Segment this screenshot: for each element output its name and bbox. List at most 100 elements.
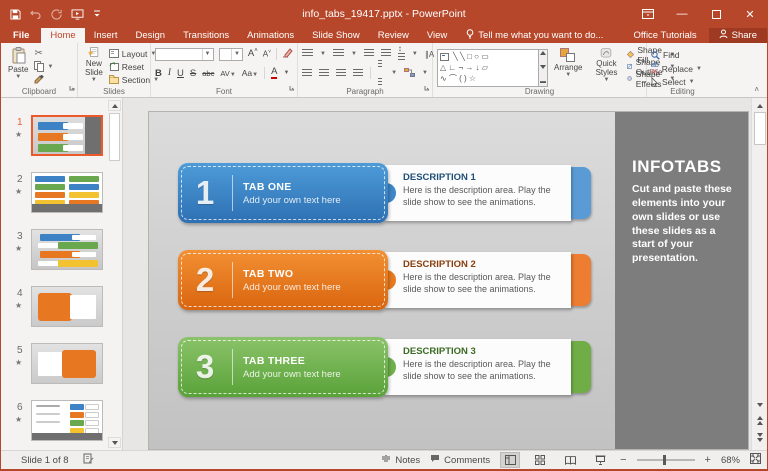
slide-sorter-view-button[interactable] (530, 452, 550, 468)
font-name-combobox[interactable]: ▼ (155, 48, 214, 61)
slide-thumbnail-2[interactable]: 2 ★ (1, 172, 107, 220)
zoom-out-button[interactable]: − (620, 454, 626, 466)
slideshow-view-button[interactable] (590, 452, 610, 468)
replace-button[interactable]: abacReplace▼ (651, 63, 702, 74)
shapes-gallery-scrollbar[interactable]: ▬ (539, 49, 548, 87)
slide-thumbnail-4[interactable]: 4 ★ (1, 286, 107, 334)
spell-check-icon[interactable] (83, 453, 94, 467)
reading-view-button[interactable] (560, 452, 580, 468)
paragraph-dialog-launcher-icon[interactable] (424, 78, 430, 96)
minimize-button[interactable]: — (665, 0, 699, 28)
redo-icon[interactable] (51, 9, 62, 20)
zoom-slider-thumb[interactable] (663, 455, 666, 465)
undo-icon[interactable] (30, 9, 42, 19)
chevron-down-icon[interactable]: ▼ (283, 70, 289, 76)
maximize-button[interactable] (699, 0, 733, 28)
columns-icon[interactable] (378, 55, 385, 91)
paste-button[interactable]: Paste ▼ (5, 46, 31, 85)
ribbon-display-options-icon[interactable] (631, 0, 665, 28)
info-tab-row-1[interactable]: DESCRIPTION 1 Here is the description ar… (178, 163, 591, 223)
bullets-icon[interactable] (302, 45, 313, 63)
zoom-level[interactable]: 68% (721, 455, 740, 466)
tab-home[interactable]: Home (41, 28, 84, 43)
save-icon[interactable] (10, 9, 21, 20)
slide-thumbnail-3[interactable]: 3 ★ (1, 229, 107, 277)
previous-slide-button[interactable] (753, 414, 767, 427)
text-shadow-button[interactable]: abc (202, 69, 214, 78)
slide-indicator[interactable]: Slide 1 of 8 (21, 455, 69, 466)
start-from-beginning-icon[interactable] (71, 9, 84, 20)
font-size-combobox[interactable]: ▼ (219, 48, 243, 61)
tab-slide-show[interactable]: Slide Show (303, 28, 369, 43)
font-color-button[interactable]: A (271, 67, 277, 79)
format-painter-button[interactable] (34, 74, 53, 85)
clear-formatting-icon[interactable] (282, 45, 293, 63)
justify-icon[interactable] (353, 64, 363, 82)
close-button[interactable]: ✕ (733, 0, 767, 28)
tab-insert[interactable]: Insert (85, 28, 127, 43)
line-spacing-icon[interactable]: ↕ (398, 44, 405, 64)
description-card-2[interactable]: DESCRIPTION 2 Here is the description ar… (385, 252, 571, 308)
tab-file[interactable]: File (1, 28, 41, 43)
normal-view-button[interactable] (500, 452, 520, 468)
scroll-up-icon[interactable] (753, 99, 767, 112)
thumbnail-scrollbar[interactable] (108, 100, 121, 448)
collapse-ribbon-icon[interactable]: ˄ (754, 85, 759, 94)
customize-qat-icon[interactable] (93, 10, 101, 18)
underline-button[interactable]: U (177, 68, 184, 79)
tell-me-box[interactable]: Tell me what you want to do... (456, 28, 613, 43)
tab-animations[interactable]: Animations (238, 28, 303, 43)
scroll-down-icon[interactable] (753, 398, 767, 411)
slide-thumbnail-6[interactable]: 6 ★ (1, 400, 107, 448)
zoom-in-button[interactable]: + (705, 454, 711, 466)
account-name[interactable]: Office Tutorials (621, 28, 708, 43)
info-tab-row-3[interactable]: DESCRIPTION 3 Here is the description ar… (178, 337, 591, 397)
find-button[interactable]: Find (651, 50, 702, 60)
info-tab-2[interactable]: 2 TAB TWO Add your own text here (178, 250, 388, 310)
slide-canvas[interactable]: INFOTABS Cut and paste these elements in… (149, 112, 748, 449)
align-left-icon[interactable] (302, 64, 312, 82)
tab-design[interactable]: Design (126, 28, 174, 43)
new-slide-button[interactable]: New Slide ▼ (82, 46, 106, 85)
info-tab-3[interactable]: 3 TAB THREE Add your own text here (178, 337, 388, 397)
tab-transitions[interactable]: Transitions (174, 28, 238, 43)
quick-styles-button[interactable]: Quick Styles ▼ (588, 46, 624, 85)
scroll-down-icon[interactable] (108, 437, 121, 448)
fit-to-window-icon[interactable] (750, 453, 761, 467)
align-center-icon[interactable] (319, 64, 329, 82)
strikethrough-button[interactable]: S (190, 68, 196, 79)
next-slide-button[interactable] (753, 431, 767, 444)
select-button[interactable]: Select▼ (651, 77, 702, 87)
animation-star-icon[interactable]: ★ (15, 358, 22, 367)
font-dialog-launcher-icon[interactable] (289, 78, 295, 96)
cut-button[interactable]: ✂ (34, 48, 53, 59)
animation-star-icon[interactable]: ★ (15, 244, 22, 253)
animation-star-icon[interactable]: ★ (15, 301, 22, 310)
description-card-3[interactable]: DESCRIPTION 3 Here is the description ar… (385, 339, 571, 395)
clipboard-dialog-launcher-icon[interactable] (69, 78, 75, 96)
scroll-up-icon[interactable] (108, 100, 121, 111)
main-scrollbar[interactable] (751, 98, 767, 450)
scrollbar-thumb[interactable] (754, 112, 766, 145)
zoom-slider[interactable] (637, 459, 695, 461)
comments-toggle[interactable]: Comments (430, 454, 490, 466)
notes-toggle[interactable]: Notes (381, 455, 420, 466)
slide-sidebar[interactable]: INFOTABS Cut and paste these elements in… (615, 112, 748, 449)
animation-star-icon[interactable]: ★ (15, 415, 22, 424)
shapes-gallery[interactable]: ╲ ╲ □ ○ ▭ △ ∟ ¬ → ↓ ▱ ∿ ⌒ ( ) ☆ (437, 49, 539, 87)
tab-review[interactable]: Review (369, 28, 418, 43)
arrange-button[interactable]: Arrange ▼ (551, 46, 585, 85)
tab-view[interactable]: View (418, 28, 456, 43)
scrollbar-thumb[interactable] (109, 113, 120, 161)
animation-star-icon[interactable]: ★ (15, 130, 22, 139)
info-tab-row-2[interactable]: DESCRIPTION 2 Here is the description ar… (178, 250, 591, 310)
animation-star-icon[interactable]: ★ (15, 187, 22, 196)
slide-thumbnail-1[interactable]: 1 ★ (1, 115, 107, 163)
description-card-1[interactable]: DESCRIPTION 1 Here is the description ar… (385, 165, 571, 221)
copy-button[interactable]: ▼ (34, 61, 53, 72)
decrease-font-size-icon[interactable]: A˅ (263, 49, 271, 59)
decrease-indent-icon[interactable] (364, 45, 374, 63)
align-right-icon[interactable] (336, 64, 346, 82)
increase-font-size-icon[interactable]: A˄ (248, 48, 258, 59)
info-tab-1[interactable]: 1 TAB ONE Add your own text here (178, 163, 388, 223)
